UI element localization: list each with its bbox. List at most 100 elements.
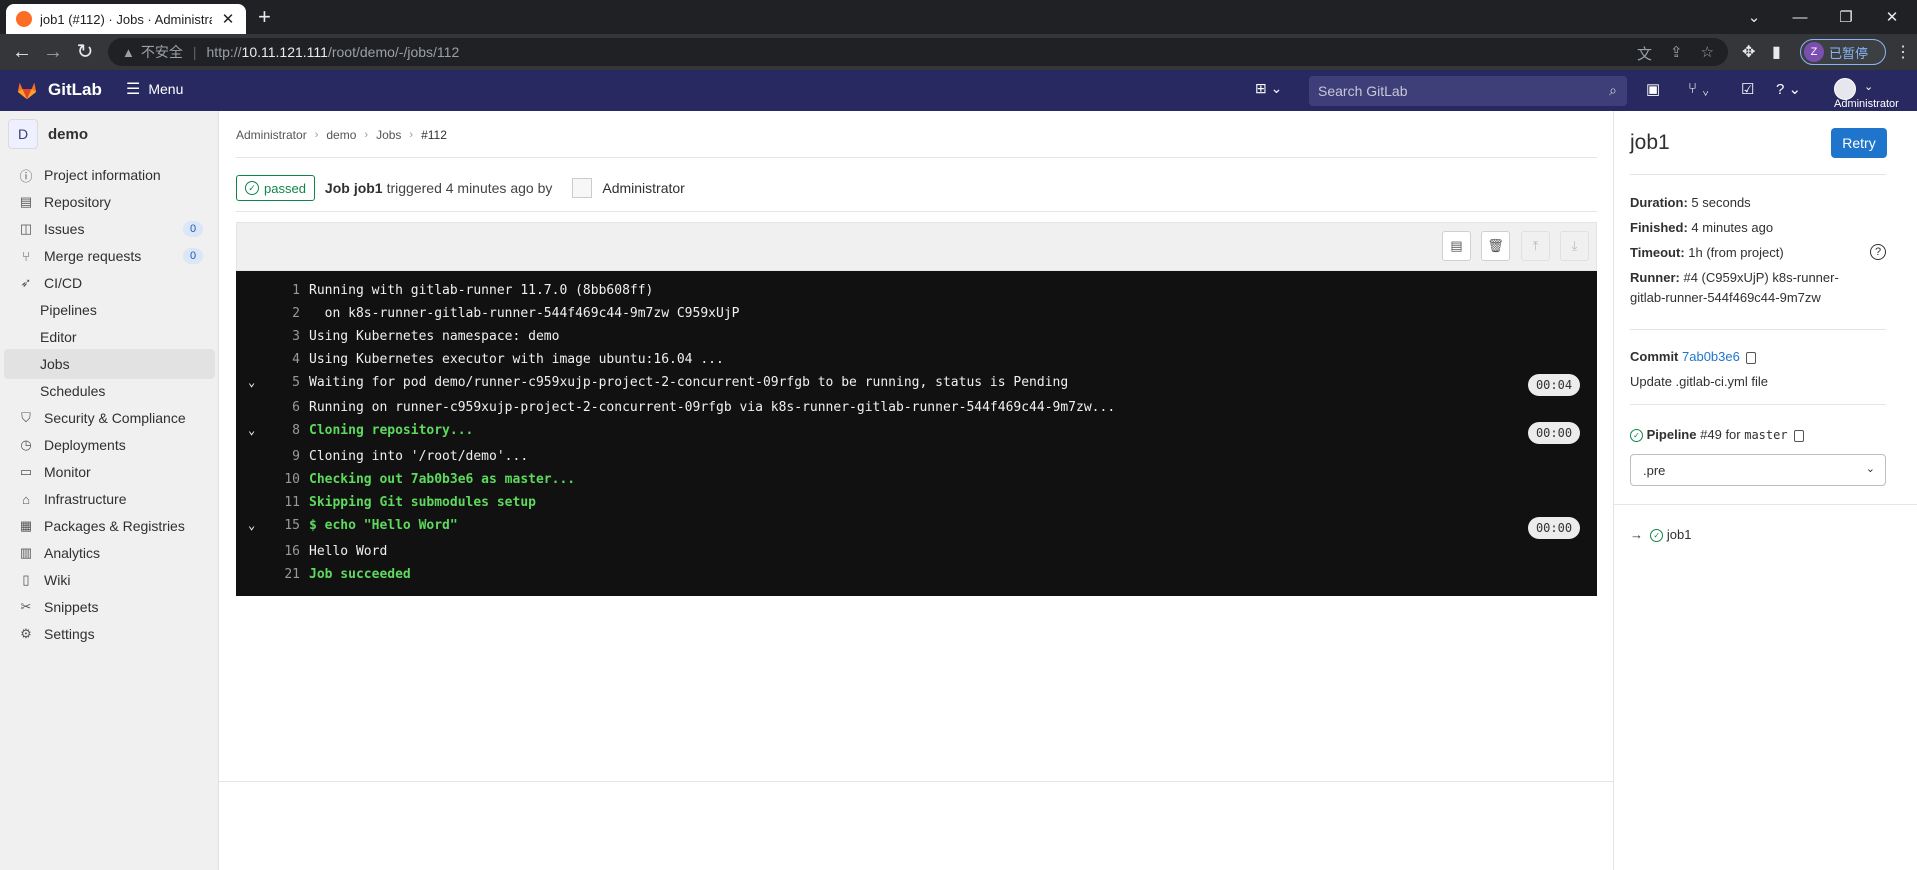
project-sidebar: D demo ⓘ Project information ▤ Repository … bbox=[0, 111, 219, 870]
log-line: 2 on k8s-runner-gitlab-runner-544f469c44… bbox=[292, 306, 740, 321]
forward-icon[interactable]: → bbox=[41, 40, 65, 64]
gitlab-brand[interactable]: GitLab bbox=[48, 80, 102, 100]
breadcrumb-jobs[interactable]: Jobs bbox=[376, 128, 401, 142]
profile-button[interactable]: Z 已暂停 bbox=[1800, 39, 1886, 65]
sidebar-item-security-compliance[interactable]: ⛉ Security & Compliance bbox=[4, 403, 215, 433]
sidebar-item-jobs[interactable]: Jobs bbox=[4, 349, 215, 379]
breadcrumb: Administrator › demo › Jobs › #112 bbox=[236, 128, 447, 142]
scroll-bottom-icon[interactable]: ⤓ bbox=[1560, 231, 1589, 261]
sidebar-item-project-information[interactable]: ⓘ Project information bbox=[4, 160, 215, 190]
minimize-icon[interactable]: — bbox=[1777, 0, 1823, 34]
new-dropdown-icon[interactable]: ⊞ ⌄ bbox=[1255, 80, 1282, 97]
status-badge[interactable]: ✓ passed bbox=[236, 175, 315, 201]
stage-dropdown[interactable]: .pre ⌄ bbox=[1630, 454, 1886, 486]
search-input[interactable]: Search GitLab ⌕ bbox=[1309, 76, 1627, 106]
tab-title: job1 (#112) · Jobs · Administra bbox=[40, 11, 212, 27]
commit-sha-link[interactable]: 7ab0b3e6 bbox=[1682, 349, 1740, 364]
translate-icon[interactable]: 文 bbox=[1637, 43, 1652, 64]
breadcrumb-demo[interactable]: demo bbox=[326, 128, 356, 142]
copy-icon[interactable] bbox=[1745, 351, 1756, 364]
menu-button[interactable]: ☰ Menu bbox=[126, 79, 183, 99]
address-bar[interactable]: ▲ 不安全 | http://10.11.121.111/root/demo/-… bbox=[108, 38, 1728, 66]
sidebar-item-packages-registries[interactable]: ▦ Packages & Registries bbox=[4, 511, 215, 541]
pipeline-ref[interactable]: master bbox=[1744, 428, 1787, 442]
breadcrumb-administrator[interactable]: Administrator bbox=[236, 128, 307, 142]
sidebar-item-editor[interactable]: Editor bbox=[4, 322, 215, 352]
raw-log-icon[interactable]: ▤ bbox=[1442, 231, 1471, 261]
browser-menu-icon[interactable]: ⋮ bbox=[1895, 42, 1911, 62]
job-name: job1 bbox=[353, 180, 383, 196]
sidebar-item-settings[interactable]: ⚙ Settings bbox=[4, 619, 215, 649]
close-tab-icon[interactable]: ✕ bbox=[220, 10, 236, 28]
sidebar-item-monitor[interactable]: ▭ Monitor bbox=[4, 457, 215, 487]
shield-icon: ⛉ bbox=[21, 410, 31, 425]
arrow-right-icon: → bbox=[1630, 527, 1643, 542]
extensions-icon[interactable]: ✥ bbox=[1742, 42, 1755, 62]
sidebar-item-infrastructure[interactable]: ⌂ Infrastructure bbox=[4, 484, 215, 514]
sidebar-item-schedules[interactable]: Schedules bbox=[4, 376, 215, 406]
job-list-item[interactable]: → ✓ job1 bbox=[1630, 525, 1691, 545]
chevron-down-icon[interactable]: ⌄ bbox=[248, 375, 255, 389]
issues-nav-icon[interactable]: ▣ bbox=[1646, 80, 1660, 98]
book-icon: ▤ bbox=[19, 194, 33, 209]
tab-search-chevron-icon[interactable]: ⌄ bbox=[1731, 0, 1777, 34]
merge-requests-count-badge: 0 bbox=[183, 248, 203, 264]
section-duration-badge: 00:00 bbox=[1528, 517, 1580, 539]
sidebar-item-deployments[interactable]: ◷ Deployments bbox=[4, 430, 215, 460]
log-line: 16 Hello Word bbox=[284, 544, 388, 559]
sidebar-item-merge-requests[interactable]: ⑂ Merge requests 0 bbox=[4, 241, 215, 271]
log-section-header[interactable]: ⌄ 5 Waiting for pod demo/runner-c959xujp-p… bbox=[236, 373, 1597, 396]
sidebar-item-issues[interactable]: ◫ Issues 0 bbox=[4, 214, 215, 244]
copy-icon[interactable] bbox=[1793, 429, 1804, 442]
hamburger-icon: ☰ bbox=[126, 81, 141, 98]
chevron-down-icon[interactable]: ⌄ bbox=[248, 518, 255, 532]
reload-icon[interactable]: ↻ bbox=[73, 40, 97, 64]
chevron-right-icon: › bbox=[409, 129, 414, 141]
side-panel-icon[interactable]: ▮ bbox=[1772, 42, 1781, 62]
user-menu[interactable]: ⌄ Administrator bbox=[1834, 75, 1914, 111]
project-header[interactable]: D demo bbox=[8, 119, 88, 149]
window-controls: ⌄ — ❐ ✕ bbox=[1731, 0, 1915, 34]
log-line: 21 Job succeeded bbox=[284, 567, 411, 582]
new-tab-icon[interactable]: + bbox=[258, 4, 271, 30]
restore-icon[interactable]: ❐ bbox=[1823, 0, 1869, 34]
sidebar-item-wiki[interactable]: ▯ Wiki bbox=[4, 565, 215, 595]
issues-count-badge: 0 bbox=[183, 221, 203, 237]
share-icon[interactable]: ⇪ bbox=[1670, 43, 1683, 64]
pipeline-link[interactable]: #49 bbox=[1700, 427, 1722, 442]
sidebar-item-ci-cd[interactable]: ➶ CI/CD bbox=[4, 268, 215, 298]
close-window-icon[interactable]: ✕ bbox=[1869, 0, 1915, 34]
help-icon[interactable]: ? ⌄ bbox=[1776, 80, 1801, 98]
gitlab-favicon-icon bbox=[16, 11, 32, 27]
log-line: 3 Using Kubernetes namespace: demo bbox=[292, 329, 560, 344]
erase-log-icon[interactable]: 🗑 bbox=[1481, 231, 1510, 261]
log-section-header[interactable]: ⌄ 8 Cloning repository... 00:00 bbox=[236, 421, 1597, 444]
todos-icon[interactable]: ☑ bbox=[1741, 80, 1754, 98]
gitlab-logo-icon[interactable] bbox=[16, 79, 38, 101]
job-link[interactable]: job1 bbox=[1667, 527, 1692, 542]
scroll-top-icon[interactable]: ⤒ bbox=[1521, 231, 1550, 261]
avatar[interactable] bbox=[572, 178, 593, 198]
chart-icon: ▥ bbox=[19, 545, 33, 560]
chevron-down-icon[interactable]: ⌄ bbox=[248, 423, 255, 437]
profile-avatar: Z bbox=[1804, 42, 1824, 62]
sidebar-item-repository[interactable]: ▤ Repository bbox=[4, 187, 215, 217]
breadcrumb-job-id[interactable]: #112 bbox=[421, 128, 447, 142]
url-prefix: http:// bbox=[206, 44, 242, 60]
sidebar-item-pipelines[interactable]: Pipelines bbox=[4, 295, 215, 325]
job-user[interactable]: Administrator bbox=[602, 180, 684, 196]
status-label: passed bbox=[264, 180, 306, 196]
runner-row: Runner: #4 (C959xUjP) k8s-runner-gitlab-… bbox=[1630, 270, 1839, 305]
back-icon[interactable]: ← bbox=[10, 40, 34, 64]
sidebar-item-snippets[interactable]: ✂ Snippets bbox=[4, 592, 215, 622]
sidebar-item-analytics[interactable]: ▥ Analytics bbox=[4, 538, 215, 568]
merge-requests-nav-icon[interactable]: ⑂ ⌄ bbox=[1688, 80, 1710, 97]
retry-button[interactable]: Retry bbox=[1831, 128, 1887, 158]
bookmark-star-icon[interactable]: ☆ bbox=[1701, 43, 1714, 64]
divider bbox=[236, 157, 1597, 158]
log-section-header[interactable]: ⌄ 15 $ echo "Hello Word" 00:00 bbox=[236, 516, 1597, 539]
browser-tab[interactable]: job1 (#112) · Jobs · Administra ✕ bbox=[6, 4, 246, 34]
job-triggered-text: triggered 4 minutes ago by bbox=[386, 180, 553, 196]
help-icon[interactable]: ? bbox=[1870, 244, 1886, 260]
scissors-icon: ✂ bbox=[20, 599, 32, 614]
